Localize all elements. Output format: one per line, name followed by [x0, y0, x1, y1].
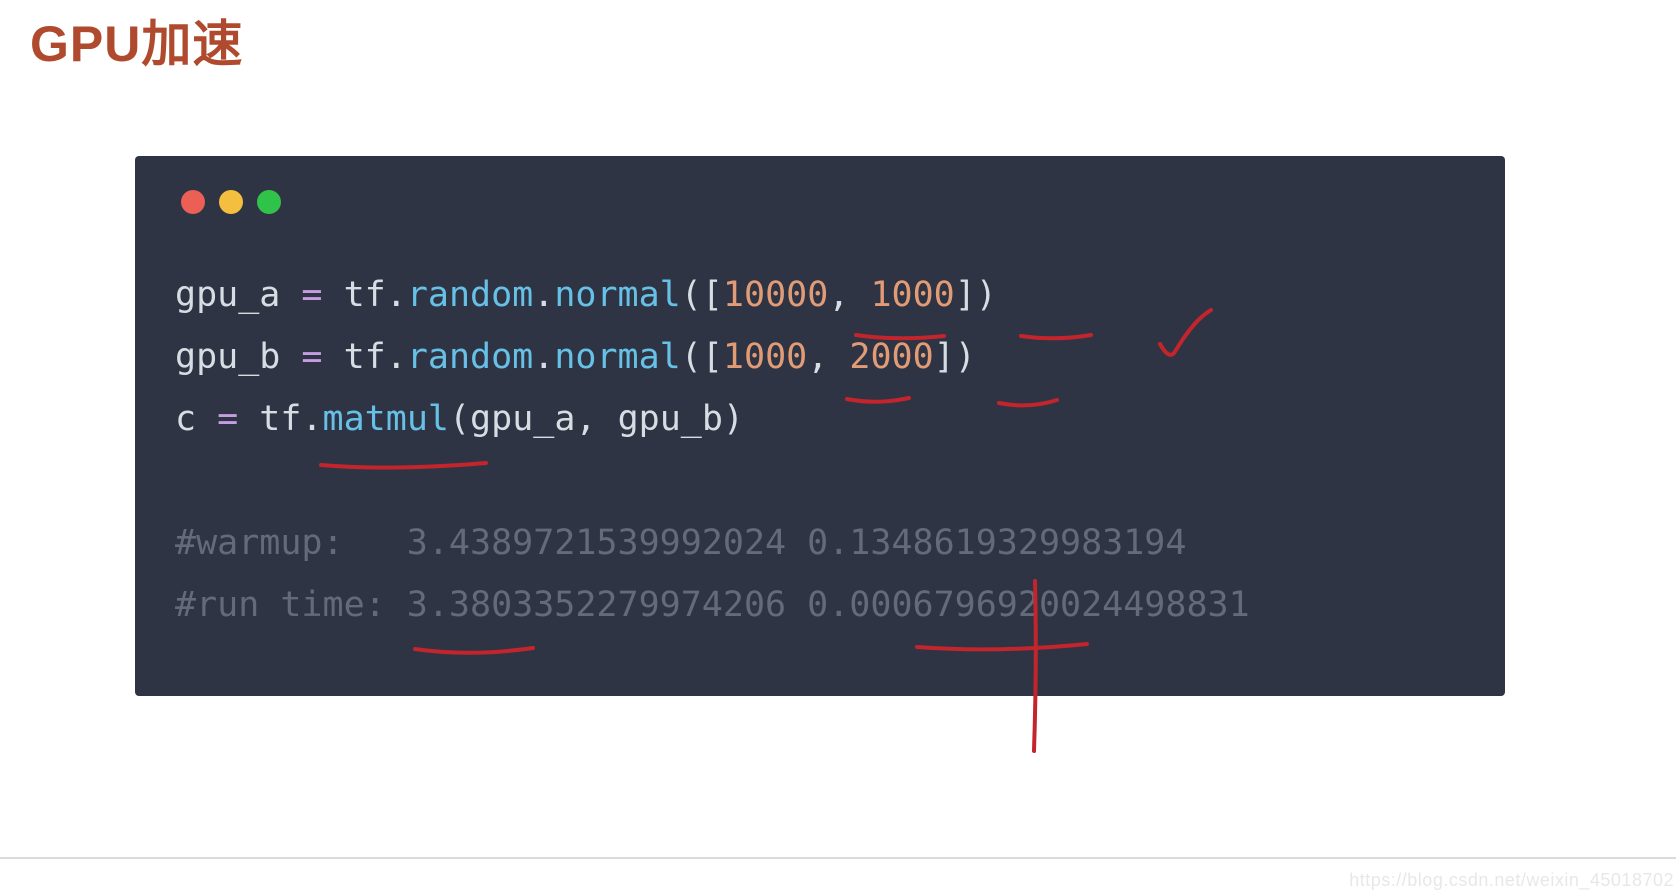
code-line-3: c = tf.matmul(gpu_a, gpu_b): [175, 388, 1465, 450]
code-line-1: gpu_a = tf.random.normal([10000, 1000]): [175, 264, 1465, 326]
comment-line-2: #run time: 3.3803352279974206 0.00067969…: [175, 574, 1465, 636]
blank-line: [175, 450, 1465, 512]
maximize-icon: [257, 190, 281, 214]
comment-line-1: #warmup: 3.4389721539992024 0.1348619329…: [175, 512, 1465, 574]
close-icon: [181, 190, 205, 214]
code-block: gpu_a = tf.random.normal([10000, 1000]) …: [135, 156, 1505, 696]
page-title: GPU加速: [0, 0, 1676, 76]
code-line-2: gpu_b = tf.random.normal([1000, 2000]): [175, 326, 1465, 388]
watermark: https://blog.csdn.net/weixin_45018702: [1349, 870, 1674, 891]
window-controls: [181, 190, 1465, 214]
minimize-icon: [219, 190, 243, 214]
divider: [0, 857, 1676, 859]
